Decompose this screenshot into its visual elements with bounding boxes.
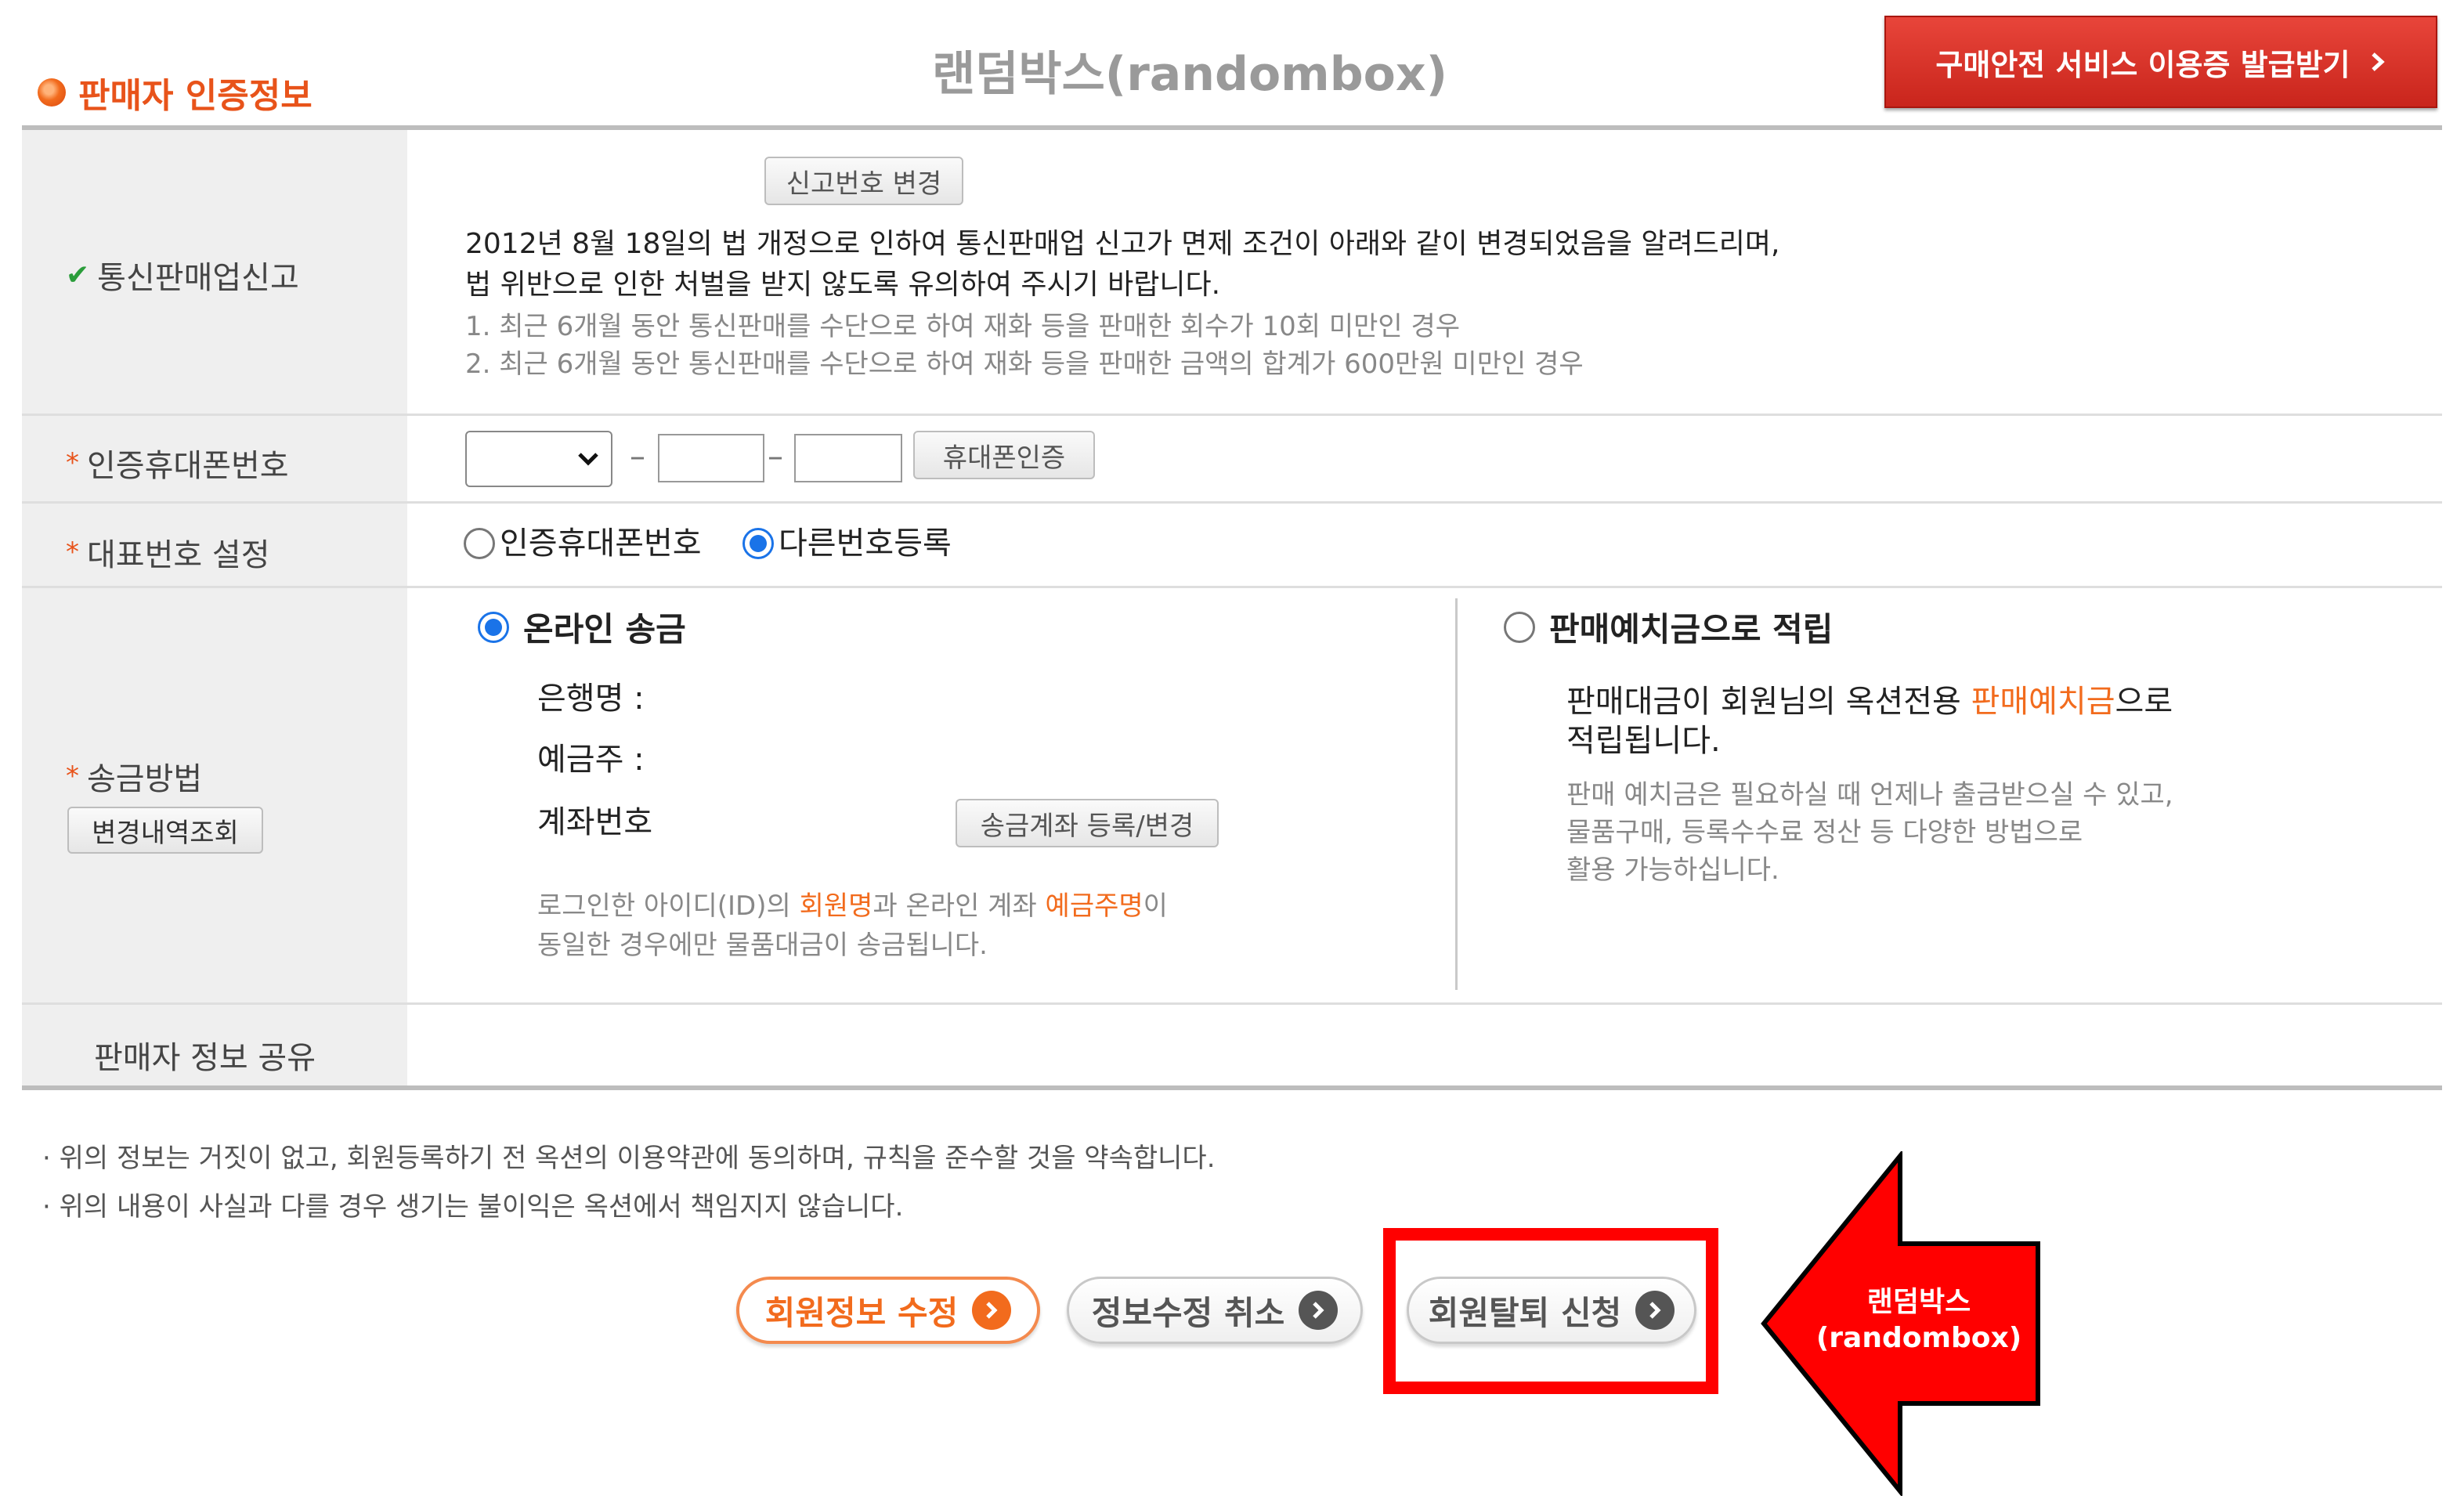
chevron-down-icon <box>578 453 598 466</box>
online-remittance-label: 온라인 송금 <box>523 610 686 648</box>
row-divider <box>22 586 2442 588</box>
cancel-edit-label: 정보수정 취소 <box>1091 1293 1285 1332</box>
bullet-point: · <box>42 1143 60 1174</box>
cancel-edit-button[interactable]: 정보수정 취소 <box>1067 1277 1363 1344</box>
remittance-note-text: 과 온라인 계좌 <box>873 890 1046 922</box>
radio-button-selected[interactable] <box>478 611 509 643</box>
remittance-method-label: * 송금방법 <box>66 753 202 799</box>
seller-info-sharing-label: 판매자 정보 공유 <box>94 1040 316 1076</box>
arrow-right-icon <box>972 1291 1012 1330</box>
law-notice-line1: 2012년 8월 18일의 법 개정으로 인하여 통신판매업 신고가 면제 조건… <box>465 228 1780 260</box>
required-asterisk: * <box>66 447 79 479</box>
purchase-safety-button-label: 구매안전 서비스 이용증 발급받기 <box>1935 47 2350 82</box>
section-title: 판매자 인증정보 <box>38 67 313 117</box>
radio-button-selected[interactable] <box>742 528 774 559</box>
account-holder-label: 예금주 : <box>537 742 645 778</box>
deposit-note-line1: 판매 예치금은 필요하실 때 언제나 출금받으실 수 있고, <box>1566 779 2173 811</box>
table-bottom-border <box>22 1085 2442 1090</box>
remittance-note-text: 이 <box>1143 890 1168 922</box>
sales-deposit-highlight: 판매예치금 <box>1971 684 2115 720</box>
remittance-note-text: 로그인한 아이디(ID)의 <box>537 890 800 922</box>
bullet-point: · <box>42 1191 60 1223</box>
change-registration-number-button[interactable]: 신고번호 변경 <box>764 157 963 205</box>
remittance-options-divider <box>1455 598 1458 990</box>
footer-note-1-text: 위의 정보는 거짓이 없고, 회원등록하기 전 옥션의 이용약관에 동의하며, … <box>59 1143 1216 1174</box>
modify-member-info-button[interactable]: 회원정보 수정 <box>736 1277 1040 1344</box>
bank-name-label: 은행명 : <box>537 681 645 717</box>
row-divider <box>22 1002 2442 1005</box>
phone-separator: – <box>768 439 783 475</box>
phone-prefix-select[interactable] <box>465 431 612 487</box>
exemption-condition-1: 1. 최근 6개월 동안 통신판매를 수단으로 하여 재화 등을 판매한 회수가… <box>465 311 1461 342</box>
annotation-line-2: (randombox) <box>1815 1322 2022 1354</box>
remittance-note-line1: 로그인한 아이디(ID)의 회원명과 온라인 계좌 예금주명이 <box>537 887 1168 926</box>
watermark-text: 랜덤박스(randombox) <box>932 47 1447 102</box>
sales-deposit-label: 판매예치금으로 적립 <box>1549 610 1834 648</box>
required-asterisk: * <box>66 536 79 568</box>
purchase-safety-certificate-button[interactable]: 구매안전 서비스 이용증 발급받기 <box>1884 16 2437 108</box>
arrow-right-icon <box>1299 1291 1339 1330</box>
remittance-note-line2: 동일한 경우에만 물품대금이 송금됩니다. <box>537 930 988 961</box>
deposit-description-line2: 적립됩니다. <box>1566 723 1721 759</box>
phone-middle-input[interactable] <box>658 434 764 482</box>
check-icon: ✔ <box>66 258 90 291</box>
footer-note-1: · 위의 정보는 거짓이 없고, 회원등록하기 전 옥션의 이용약관에 동의하며… <box>42 1139 1216 1178</box>
orange-bullet-icon <box>38 78 66 107</box>
register-account-button[interactable]: 송금계좌 등록/변경 <box>956 799 1219 847</box>
phone-verify-button[interactable]: 휴대폰인증 <box>913 431 1095 479</box>
rep-option-other-number[interactable]: 다른번호등록 <box>742 523 952 564</box>
online-remittance-option[interactable]: 온라인 송금 <box>478 603 686 651</box>
arrow-annotation-label: 랜덤박스 (randombox) <box>1801 1284 2036 1356</box>
section-title-text: 판매자 인증정보 <box>78 76 313 116</box>
phone-separator: – <box>630 439 645 475</box>
representative-number-label: * 대표번호 설정 <box>66 529 270 575</box>
radio-button[interactable] <box>1504 611 1535 643</box>
highlight-box <box>1383 1228 1718 1394</box>
annotation-line-1: 랜덤박스 <box>1866 1286 1971 1318</box>
member-name-highlight: 회원명 <box>799 890 873 922</box>
deposit-description-line1: 판매대금이 회원님의 옥션전용 판매예치금으로 <box>1566 681 2173 722</box>
verified-phone-label: * 인증휴대폰번호 <box>66 440 289 486</box>
footer-note-2-text: 위의 내용이 사실과 다를 경우 생기는 불이익은 옥션에서 책임지지 않습니다… <box>59 1191 904 1223</box>
required-asterisk: * <box>66 760 79 792</box>
exemption-condition-2: 2. 최근 6개월 동안 통신판매를 수단으로 하여 재화 등을 판매한 금액의… <box>465 349 1584 380</box>
deposit-description-text: 으로 <box>2115 684 2173 720</box>
radio-button[interactable] <box>464 528 495 559</box>
row-divider <box>22 501 2442 504</box>
deposit-note-line3: 활용 가능하십니다. <box>1566 854 1779 886</box>
verified-phone-label-text: 인증휴대폰번호 <box>87 448 289 484</box>
remittance-method-label-text: 송금방법 <box>87 761 203 797</box>
row-divider <box>22 414 2442 416</box>
sales-deposit-option[interactable]: 판매예치금으로 적립 <box>1504 603 1833 651</box>
rep-option-other-number-label: 다른번호등록 <box>779 526 952 562</box>
rep-option-verified-phone-label: 인증휴대폰번호 <box>500 526 702 562</box>
modify-member-info-label: 회원정보 수정 <box>764 1293 959 1332</box>
deposit-note-line2: 물품구매, 등록수수료 정산 등 다양한 방법으로 <box>1566 817 2083 848</box>
representative-number-label-text: 대표번호 설정 <box>87 537 270 573</box>
telecom-registration-label: ✔ 통신판매업신고 <box>66 252 299 298</box>
change-history-button[interactable]: 변경내역조회 <box>67 807 263 854</box>
deposit-description-text: 판매대금이 회원님의 옥션전용 <box>1566 684 1971 720</box>
law-notice-line2: 법 위반으로 인한 처벌을 받지 않도록 유의하여 주시기 바랍니다. <box>465 269 1221 301</box>
footer-note-2: · 위의 내용이 사실과 다를 경우 생기는 불이익은 옥션에서 책임지지 않습… <box>42 1187 903 1226</box>
telecom-registration-label-text: 통신판매업신고 <box>97 260 299 296</box>
chevron-right-icon <box>2371 52 2385 71</box>
account-holder-highlight: 예금주명 <box>1045 890 1143 922</box>
rep-option-verified-phone[interactable]: 인증휴대폰번호 <box>464 523 702 564</box>
account-number-label: 계좌번호 <box>537 804 653 840</box>
phone-last-input[interactable] <box>794 434 902 482</box>
